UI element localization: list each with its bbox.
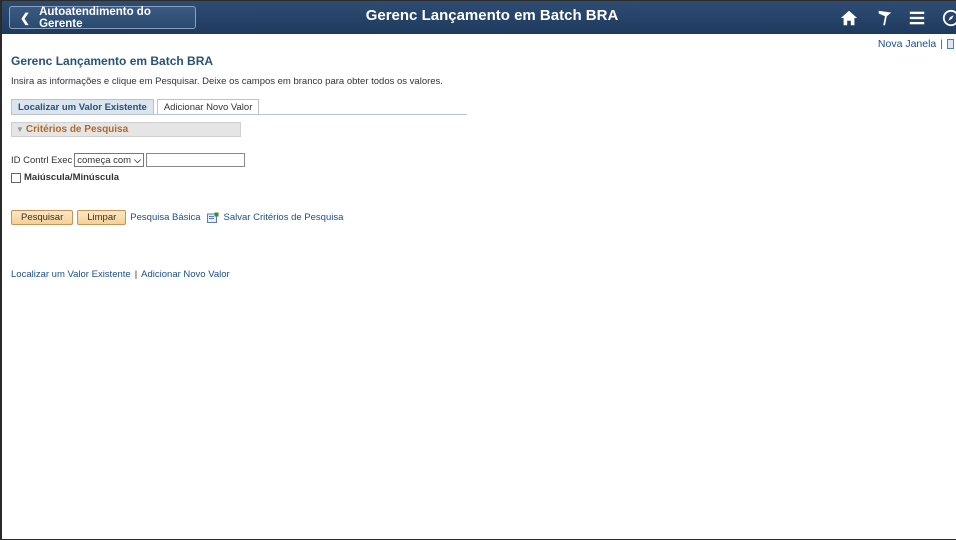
footer-add-link[interactable]: Adicionar Novo Valor (141, 269, 230, 280)
tab-add-new[interactable]: Adicionar Novo Valor (156, 99, 260, 115)
flag-icon[interactable] (876, 9, 894, 27)
chevron-left-icon: ❮ (20, 10, 31, 25)
back-button[interactable]: ❮ Autoatendimento do Gerente (9, 5, 196, 30)
operator-select[interactable]: começa com ⌵ (74, 153, 144, 167)
header-banner: ❮ Autoatendimento do Gerente Gerenc Lanç… (2, 1, 956, 34)
search-field-row: ID Contrl Exec começa com ⌵ (11, 153, 245, 167)
page-title: Gerenc Lançamento em Batch BRA (11, 54, 214, 68)
top-links-separator: | (940, 38, 943, 50)
navbar-icon[interactable] (942, 9, 956, 27)
id-search-input[interactable] (145, 153, 245, 167)
new-window-link[interactable]: Nova Janela (878, 38, 936, 50)
case-sensitive-label: Maiúscula/Minúscula (24, 172, 120, 183)
collapse-triangle-icon: ▼ (16, 125, 24, 134)
save-criteria-icon[interactable] (206, 212, 219, 223)
case-sensitive-row: Maiúscula/Minúscula (11, 172, 119, 183)
search-criteria-label: Critérios de Pesquisa (25, 124, 129, 135)
operator-selected-value: começa com (77, 154, 132, 166)
search-button[interactable]: Pesquisar (11, 210, 74, 225)
clear-button[interactable]: Limpar (77, 210, 127, 225)
footer-separator: | (134, 269, 138, 280)
footer-find-link[interactable]: Localizar um Valor Existente (11, 269, 131, 280)
chevron-down-icon: ⌵ (134, 154, 141, 165)
tab-find-existing[interactable]: Localizar um Valor Existente (11, 99, 154, 115)
search-tabs: Localizar um Valor Existente Adicionar N… (11, 99, 262, 115)
banner-title: Gerenc Lançamento em Batch BRA (365, 7, 619, 24)
save-criteria-link[interactable]: Salvar Critérios de Pesquisa (224, 212, 344, 223)
case-sensitive-checkbox[interactable] (11, 172, 21, 183)
top-links: Nova Janela | (878, 38, 954, 50)
footer-links: Localizar um Valor Existente | Adicionar… (11, 269, 230, 280)
menu-icon[interactable] (908, 9, 926, 27)
back-button-label: Autoatendimento do Gerente (39, 5, 151, 30)
home-icon[interactable] (840, 9, 858, 27)
instructions-text: Insira as informações e clique em Pesqui… (11, 76, 443, 87)
field-label: ID Contrl Exec (11, 154, 73, 166)
tab-divider (11, 114, 467, 115)
help-icon[interactable] (947, 39, 954, 49)
basic-search-link[interactable]: Pesquisa Básica (130, 212, 200, 223)
action-row: Pesquisar Limpar Pesquisa Básica Salvar … (11, 210, 343, 225)
search-criteria-header[interactable]: ▼ Critérios de Pesquisa (11, 122, 241, 137)
